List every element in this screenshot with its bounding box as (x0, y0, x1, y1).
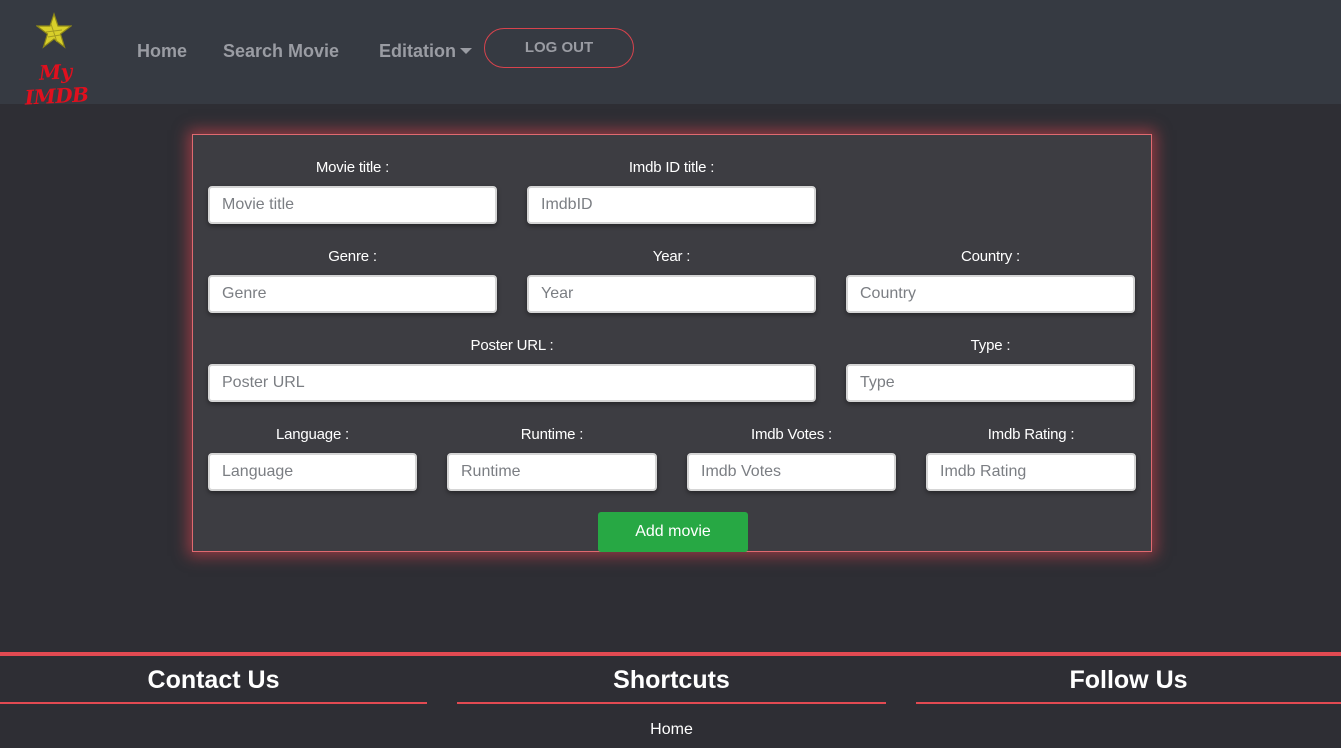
footer-contact-title: Contact Us (147, 666, 280, 694)
footer-shortcuts-title: Shortcuts (613, 666, 730, 694)
runtime-input[interactable] (447, 453, 657, 491)
nav-editation-dropdown[interactable]: Editation (379, 41, 472, 62)
movie-title-input[interactable] (208, 186, 497, 224)
genre-label: Genre : (328, 248, 377, 265)
add-movie-button[interactable]: Add movie (598, 512, 748, 552)
footer-follow-divider (916, 702, 1341, 704)
type-label: Type : (970, 337, 1011, 354)
poster-url-input[interactable] (208, 364, 816, 402)
nav-editation-label: Editation (379, 41, 456, 61)
year-label: Year : (652, 248, 691, 265)
type-input[interactable] (846, 364, 1135, 402)
runtime-label: Runtime : (520, 426, 584, 443)
footer-follow-title: Follow Us (1069, 666, 1188, 694)
star-logo-icon (36, 12, 72, 49)
nav-search-movie-link[interactable]: Search Movie (223, 41, 339, 62)
footer-shortcuts-divider (457, 702, 886, 704)
site-logo[interactable]: My IMDB (14, 12, 98, 110)
poster-url-label: Poster URL : (470, 337, 554, 354)
navbar: My IMDB Home Search Movie Editation LOG … (0, 0, 1341, 110)
footer-shortcut-home-link[interactable]: Home (457, 721, 886, 739)
imdb-id-input[interactable] (527, 186, 816, 224)
language-label: Language : (275, 426, 350, 443)
imdb-votes-input[interactable] (687, 453, 896, 491)
footer-contact-divider (0, 702, 427, 704)
logout-button[interactable]: LOG OUT (484, 28, 634, 68)
add-movie-form: Movie title : Imdb ID title : Genre : Ye… (192, 134, 1152, 552)
footer-top-border (0, 652, 1341, 656)
chevron-down-icon (460, 48, 472, 54)
imdb-rating-input[interactable] (926, 453, 1136, 491)
genre-input[interactable] (208, 275, 497, 313)
imdb-rating-label: Imdb Rating : (987, 426, 1075, 443)
country-input[interactable] (846, 275, 1135, 313)
movie-title-label: Movie title : (315, 159, 390, 176)
language-input[interactable] (208, 453, 417, 491)
nav-home-link[interactable]: Home (137, 41, 187, 62)
imdb-votes-label: Imdb Votes : (751, 426, 832, 443)
country-label: Country : (960, 248, 1021, 265)
logo-text: My IMDB (24, 59, 90, 110)
imdb-id-label: Imdb ID title : (628, 159, 715, 176)
year-input[interactable] (527, 275, 816, 313)
